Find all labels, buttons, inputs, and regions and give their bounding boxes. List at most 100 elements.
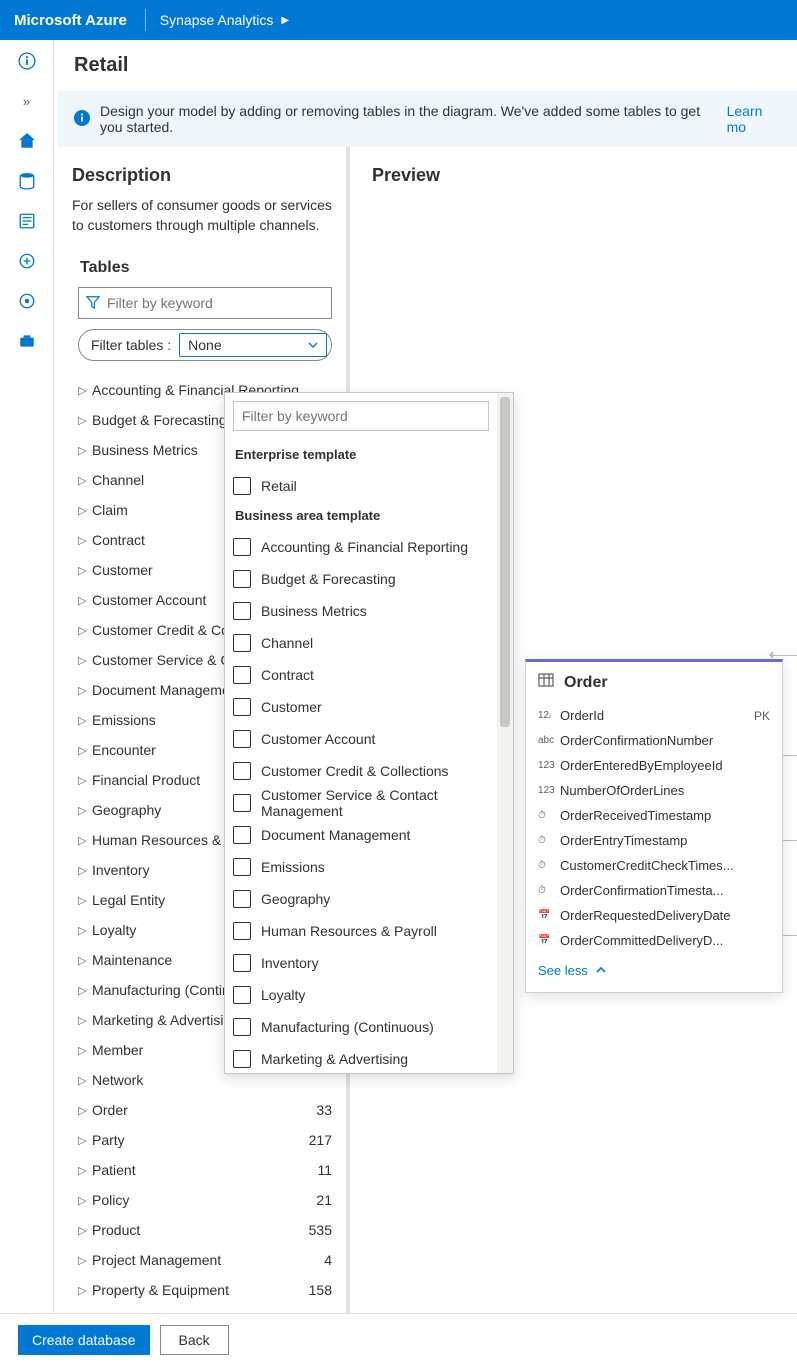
tree-row[interactable]: ▷Patient11	[72, 1155, 338, 1185]
filter-keyword-input-wrap[interactable]	[78, 287, 332, 319]
checkbox-icon[interactable]	[233, 570, 251, 588]
dropdown-search-input[interactable]	[233, 401, 489, 431]
filter-icon	[79, 295, 107, 312]
dropdown-item[interactable]: Business Metrics	[233, 595, 489, 627]
dropdown-item-label: Customer Service & Contact Management	[261, 787, 489, 819]
topbar-divider	[145, 9, 146, 31]
integrate-icon[interactable]	[16, 250, 38, 272]
filter-tables-select[interactable]: None	[179, 333, 327, 357]
tree-row[interactable]: ▷Product535	[72, 1215, 338, 1245]
service-crumb[interactable]: Synapse Analytics	[160, 12, 274, 28]
dropdown-item-label: Accounting & Financial Reporting	[261, 539, 468, 555]
tree-row-count: 158	[309, 1282, 338, 1298]
chevron-down-icon	[308, 337, 318, 353]
manage-icon[interactable]	[16, 330, 38, 352]
checkbox-icon[interactable]	[233, 826, 251, 844]
checkbox-icon[interactable]	[233, 858, 251, 876]
column-name: NumberOfOrderLines	[560, 783, 770, 798]
back-button[interactable]: Back	[160, 1325, 229, 1355]
develop-icon[interactable]	[16, 210, 38, 232]
dropdown-item[interactable]: Budget & Forecasting	[233, 563, 489, 595]
dropdown-item[interactable]: Marketing & Advertising	[233, 1043, 489, 1073]
dropdown-item-label: Budget & Forecasting	[261, 571, 396, 587]
chevron-right-icon: ▶	[281, 15, 289, 26]
monitor-icon[interactable]	[16, 290, 38, 312]
caret-right-icon: ▷	[78, 894, 92, 907]
caret-right-icon: ▷	[78, 624, 92, 637]
tree-row-count: 11	[317, 1162, 338, 1178]
type-icon: ⏱	[538, 810, 560, 821]
dropdown-item[interactable]: Geography	[233, 883, 489, 915]
column-row: 123OrderEnteredByEmployeeId	[526, 753, 782, 778]
dropdown-item[interactable]: Accounting & Financial Reporting	[233, 531, 489, 563]
checkbox-icon[interactable]	[233, 986, 251, 1004]
info-circle-icon	[74, 110, 90, 129]
column-row: ⏱OrderReceivedTimestamp	[526, 803, 782, 828]
dropdown-item[interactable]: Contract	[233, 659, 489, 691]
home-icon[interactable]	[16, 130, 38, 152]
column-name: OrderId	[560, 708, 754, 723]
dropdown-item[interactable]: Document Management	[233, 819, 489, 851]
checkbox-icon[interactable]	[233, 1018, 251, 1036]
caret-right-icon: ▷	[78, 954, 92, 967]
see-less-link[interactable]: See less	[526, 953, 782, 992]
checkbox-icon[interactable]	[233, 794, 251, 812]
dropdown-item[interactable]: Customer Service & Contact Management	[233, 787, 489, 819]
checkbox-icon[interactable]	[233, 954, 251, 972]
learn-more-link[interactable]: Learn mo	[727, 103, 781, 135]
checkbox-icon[interactable]	[233, 730, 251, 748]
checkbox-icon[interactable]	[233, 634, 251, 652]
checkbox-icon[interactable]	[233, 538, 251, 556]
create-database-button[interactable]: Create database	[18, 1325, 150, 1355]
column-name: OrderReceivedTimestamp	[560, 808, 770, 823]
dropdown-item[interactable]: Customer Account	[233, 723, 489, 755]
dropdown-item[interactable]: Channel	[233, 627, 489, 659]
dropdown-scrollbar[interactable]	[497, 393, 513, 1073]
tree-row[interactable]: ▷Policy21	[72, 1185, 338, 1215]
order-table-card[interactable]: Order 12ᵢOrderIdPKabcOrderConfirmationNu…	[525, 659, 783, 993]
data-icon[interactable]	[16, 170, 38, 192]
type-icon: 📅	[538, 910, 560, 921]
tree-row-name: Network	[92, 1072, 332, 1088]
checkbox-icon[interactable]	[233, 890, 251, 908]
info-icon[interactable]	[16, 50, 38, 72]
checkbox-icon[interactable]	[233, 1050, 251, 1068]
dropdown-item[interactable]: Inventory	[233, 947, 489, 979]
footer-bar: Create database Back	[0, 1313, 797, 1365]
tree-row[interactable]: ▷Property & Equipment158	[72, 1275, 338, 1305]
preview-heading: Preview	[372, 165, 797, 186]
tree-row-name: Project Management	[92, 1252, 324, 1268]
checkbox-icon[interactable]	[233, 762, 251, 780]
tree-row[interactable]: ▷Purchasing44	[72, 1305, 338, 1313]
caret-right-icon: ▷	[78, 1134, 92, 1147]
checkbox-icon[interactable]	[233, 477, 251, 495]
expand-icon[interactable]: »	[16, 90, 38, 112]
dropdown-item[interactable]: Emissions	[233, 851, 489, 883]
dropdown-item[interactable]: Customer	[233, 691, 489, 723]
checkbox-icon[interactable]	[233, 602, 251, 620]
column-name: OrderCommittedDeliveryD...	[560, 933, 770, 948]
chevron-up-icon	[596, 963, 606, 978]
dropdown-item[interactable]: Loyalty	[233, 979, 489, 1011]
dropdown-item-label: Loyalty	[261, 987, 305, 1003]
dropdown-item[interactable]: Customer Credit & Collections	[233, 755, 489, 787]
tree-row-count: 21	[316, 1192, 338, 1208]
dropdown-item[interactable]: Retail	[233, 470, 489, 502]
checkbox-icon[interactable]	[233, 698, 251, 716]
tree-row[interactable]: ▷Project Management4	[72, 1245, 338, 1275]
column-row: ⏱OrderEntryTimestamp	[526, 828, 782, 853]
dropdown-item[interactable]: Human Resources & Payroll	[233, 915, 489, 947]
dropdown-group-business: Business area template	[235, 508, 489, 523]
filter-keyword-input[interactable]	[107, 288, 331, 318]
tree-row[interactable]: ▷Party217	[72, 1125, 338, 1155]
checkbox-icon[interactable]	[233, 922, 251, 940]
caret-right-icon: ▷	[78, 744, 92, 757]
dropdown-item[interactable]: Manufacturing (Continuous)	[233, 1011, 489, 1043]
type-icon: ⏱	[538, 835, 560, 846]
caret-right-icon: ▷	[78, 684, 92, 697]
tree-row[interactable]: ▷Order33	[72, 1095, 338, 1125]
caret-right-icon: ▷	[78, 384, 92, 397]
checkbox-icon[interactable]	[233, 666, 251, 684]
column-row: 12ᵢOrderIdPK	[526, 703, 782, 728]
banner-text: Design your model by adding or removing …	[100, 103, 723, 135]
